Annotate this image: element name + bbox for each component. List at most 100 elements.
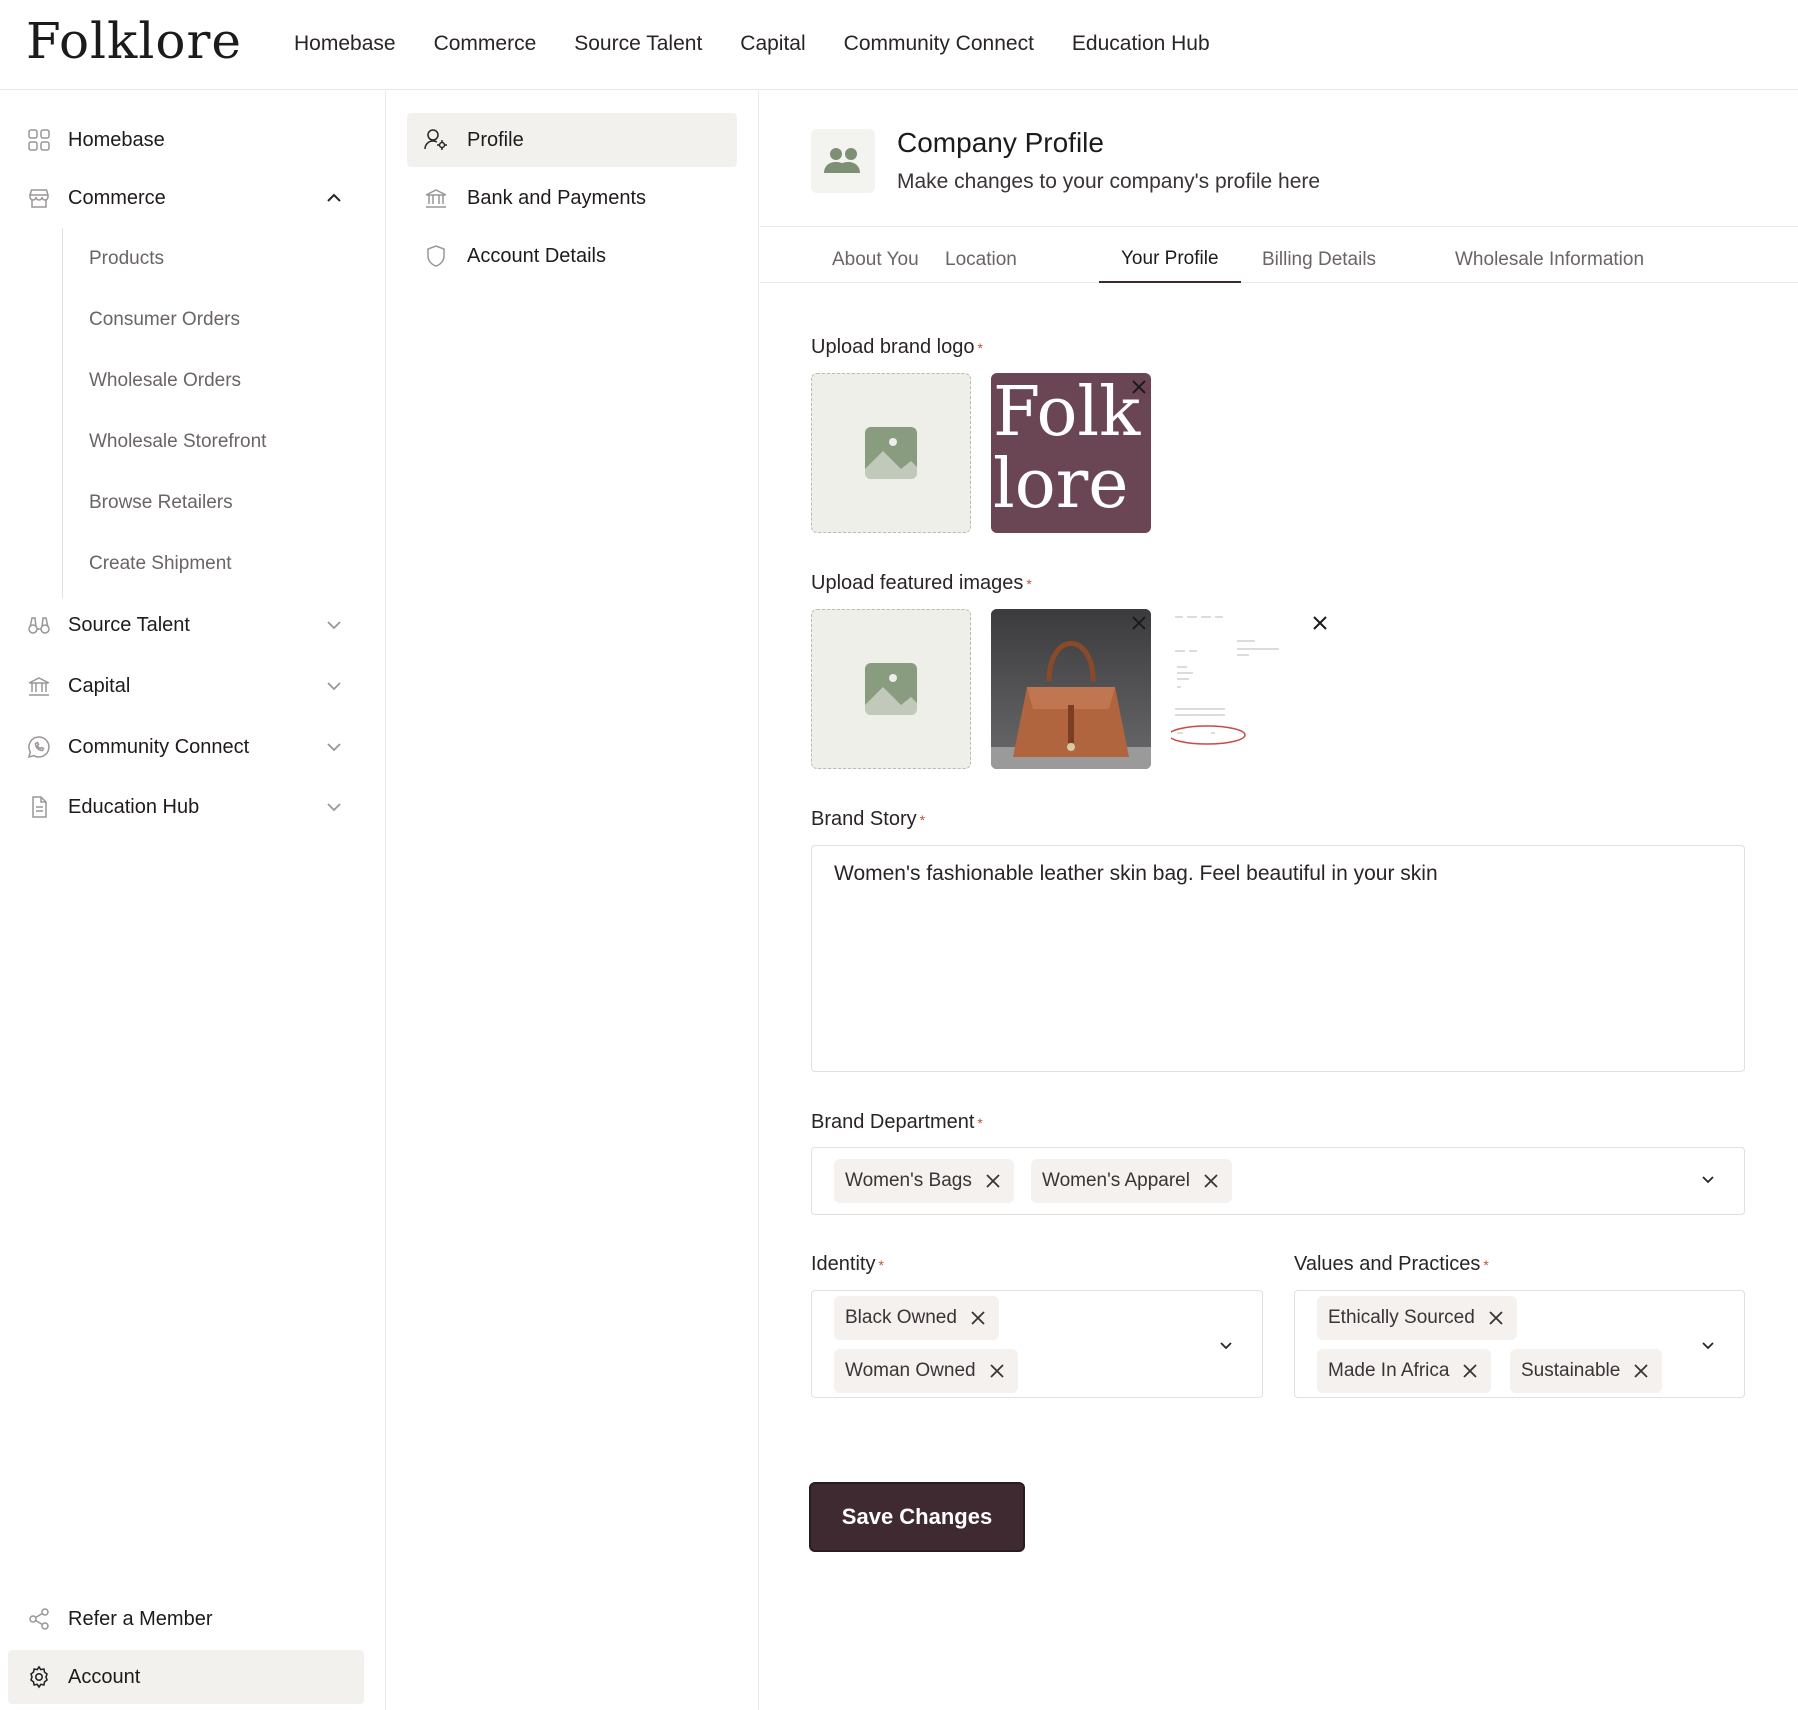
brand-department-label: Brand Department * [811, 1111, 983, 1133]
chevron-down-icon[interactable] [324, 737, 344, 757]
sidebar-item-label: Source Talent [68, 613, 190, 636]
sidebar-item-commerce[interactable]: Commerce [8, 171, 364, 225]
settings-item-label: Account Details [467, 244, 606, 267]
brand-department-select[interactable]: Women's Bags Women's Apparel [811, 1147, 1745, 1215]
sidebar-item-homebase[interactable]: Homebase [8, 113, 364, 167]
user-gear-icon [423, 127, 449, 153]
header-icon-box [811, 129, 875, 193]
remove-logo-close-icon[interactable] [1128, 376, 1150, 398]
top-nav-capital[interactable]: Capital [740, 32, 805, 56]
top-nav-commerce[interactable]: Commerce [434, 32, 537, 56]
sidebar-item-account[interactable]: Account [8, 1650, 364, 1704]
binoculars-icon [26, 612, 52, 638]
chevron-down-icon[interactable] [1698, 1335, 1718, 1355]
chevron-down-icon[interactable] [324, 615, 344, 635]
chat-icon [26, 734, 52, 760]
sidebar-item-refer-member[interactable]: Refer a Member [8, 1592, 364, 1646]
bank-icon [423, 185, 449, 211]
chevron-down-icon[interactable] [324, 797, 344, 817]
shield-icon [423, 243, 449, 269]
brand-story-textarea[interactable]: Women's fashionable leather skin bag. Fe… [811, 845, 1745, 1072]
save-changes-button[interactable]: Save Changes [809, 1482, 1025, 1552]
sidebar-subitem-create-shipment[interactable]: Create Shipment [89, 553, 232, 575]
required-mark: * [977, 1114, 983, 1131]
document-icon [26, 794, 52, 820]
logo-thumb-text: Folk [993, 373, 1141, 452]
chip-remove-close-icon[interactable] [984, 1172, 1002, 1190]
tab-your-profile[interactable]: Your Profile [1099, 237, 1241, 283]
featured-image-bag [991, 609, 1151, 769]
identity-select[interactable]: Black Owned Woman Owned [811, 1290, 1263, 1398]
chip-womens-apparel: Women's Apparel [1031, 1159, 1232, 1203]
top-nav-homebase[interactable]: Homebase [294, 32, 396, 56]
sidebar-subitem-consumer-orders[interactable]: Consumer Orders [89, 309, 240, 331]
chip-sustainable: Sustainable [1510, 1349, 1663, 1393]
required-mark: * [977, 339, 983, 356]
sidebar-item-label: Account [68, 1665, 141, 1688]
share-icon [26, 1606, 52, 1632]
sidebar-item-source-talent[interactable]: Source Talent [8, 598, 364, 652]
chip-woman-owned: Woman Owned [834, 1349, 1018, 1393]
logo-upload-label: Upload brand logo * [811, 336, 983, 358]
image-placeholder-icon [865, 427, 917, 479]
chip-remove-close-icon[interactable] [1632, 1362, 1650, 1380]
chip-remove-close-icon[interactable] [1461, 1362, 1479, 1380]
chip-remove-close-icon[interactable] [969, 1309, 987, 1327]
settings-item-label: Profile [467, 128, 524, 151]
tab-billing-details[interactable]: Billing Details [1240, 237, 1398, 283]
sidebar-item-community-connect[interactable]: Community Connect [8, 720, 364, 774]
remove-featured-screenshot-close-icon[interactable] [1309, 612, 1331, 634]
required-mark: * [1026, 575, 1032, 592]
top-bar: Folklore Homebase Commerce Source Talent… [0, 0, 1798, 90]
settings-item-label: Bank and Payments [467, 186, 646, 209]
chip-remove-close-icon[interactable] [1487, 1309, 1505, 1327]
tab-about-you[interactable]: About You [810, 237, 941, 283]
store-icon [26, 185, 52, 211]
featured-image-screenshot [1171, 609, 1331, 769]
logo-upload-dropzone[interactable] [811, 373, 971, 533]
featured-upload-dropzone[interactable] [811, 609, 971, 769]
sidebar-subitem-wholesale-storefront[interactable]: Wholesale Storefront [89, 431, 266, 453]
logo-thumb-text: lore [993, 445, 1129, 524]
settings-item-bank-payments[interactable]: Bank and Payments [407, 171, 737, 225]
chip-womens-bags: Women's Bags [834, 1159, 1014, 1203]
settings-item-account-details[interactable]: Account Details [407, 229, 737, 283]
users-icon [824, 148, 860, 173]
chevron-down-icon[interactable] [324, 676, 344, 696]
chip-remove-close-icon[interactable] [1202, 1172, 1220, 1190]
main-content: Company Profile Make changes to your com… [760, 91, 1798, 1710]
values-practices-select[interactable]: Ethically Sourced Made In Africa Sustain… [1294, 1290, 1745, 1398]
sidebar-item-label: Education Hub [68, 795, 200, 818]
sidebar-item-label: Homebase [68, 128, 165, 151]
grid-icon [26, 127, 52, 153]
sidebar-subitem-wholesale-orders[interactable]: Wholesale Orders [89, 370, 241, 392]
top-nav-education-hub[interactable]: Education Hub [1072, 32, 1210, 56]
brand-logo[interactable]: Folklore [26, 12, 242, 70]
top-nav-community-connect[interactable]: Community Connect [844, 32, 1034, 56]
sidebar-subitem-browse-retailers[interactable]: Browse Retailers [89, 492, 233, 514]
chevron-down-icon[interactable] [1216, 1335, 1236, 1355]
top-nav-source-talent[interactable]: Source Talent [574, 32, 702, 56]
required-mark: * [878, 1256, 884, 1273]
tab-location[interactable]: Location [923, 237, 1039, 283]
sidebar-item-label: Community Connect [68, 735, 250, 758]
sidebar: Homebase Commerce Products Consumer Orde… [0, 91, 386, 1710]
chevron-up-icon[interactable] [324, 188, 344, 208]
required-mark: * [919, 811, 926, 828]
sidebar-subitem-products[interactable]: Products [89, 248, 164, 270]
chip-ethically-sourced: Ethically Sourced [1317, 1296, 1517, 1340]
chevron-down-icon[interactable] [1698, 1169, 1718, 1189]
sidebar-item-education-hub[interactable]: Education Hub [8, 780, 364, 834]
remove-featured-bag-close-icon[interactable] [1128, 612, 1150, 634]
tab-wholesale-information[interactable]: Wholesale Information [1433, 237, 1666, 283]
gear-icon [26, 1664, 52, 1690]
profile-tabs: About You Location Your Profile Billing … [760, 237, 1798, 283]
logo-thumbnail: Folk lore [991, 373, 1151, 533]
featured-images-label: Upload featured images * [811, 572, 1032, 594]
chip-remove-close-icon[interactable] [988, 1362, 1006, 1380]
chip-black-owned: Black Owned [834, 1296, 999, 1340]
bank-icon [26, 673, 52, 699]
settings-item-profile[interactable]: Profile [407, 113, 737, 167]
sidebar-item-capital[interactable]: Capital [8, 659, 364, 713]
identity-label: Identity * [811, 1253, 884, 1275]
